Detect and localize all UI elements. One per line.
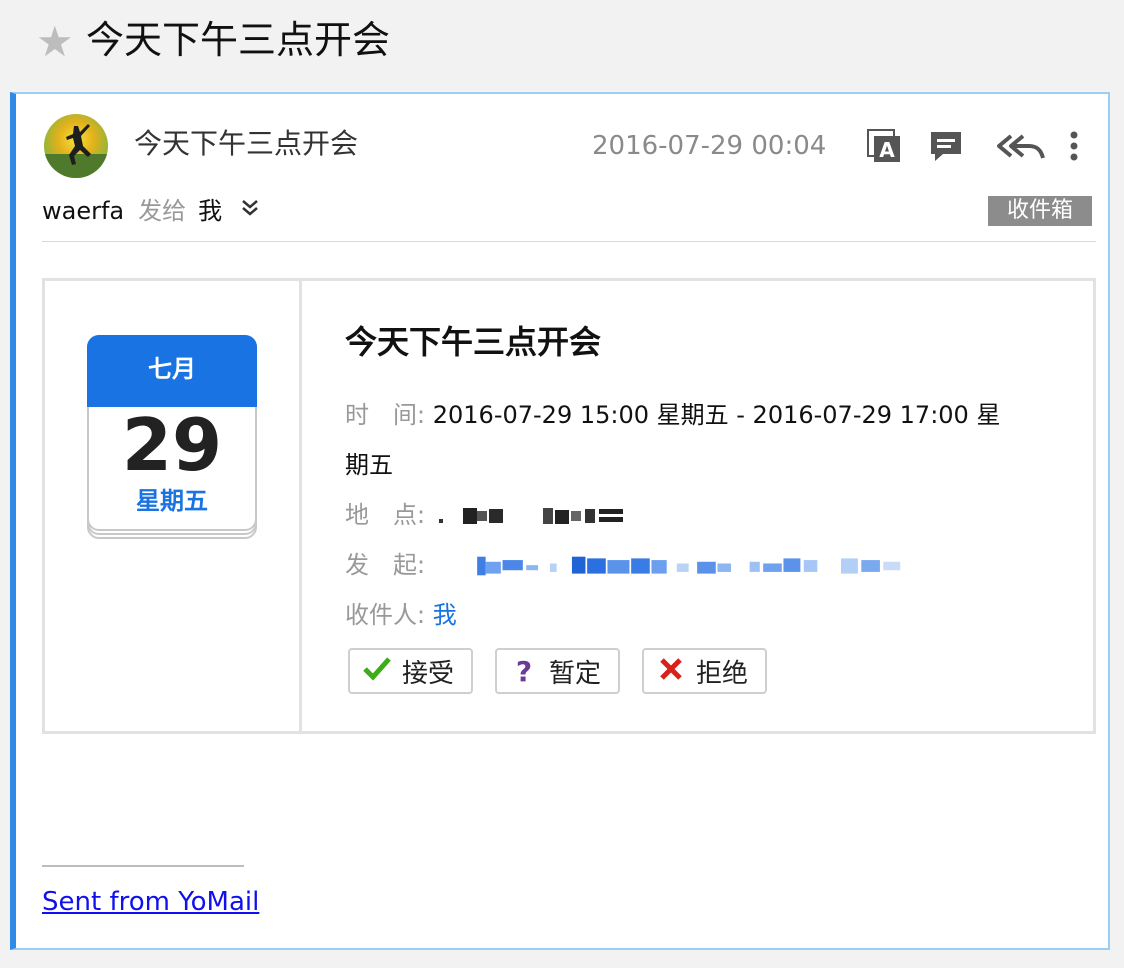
subject-bar: ★ 今天下午三点开会 (0, 0, 1124, 88)
time-value-cont: 期五 (345, 451, 393, 479)
translate-icon[interactable]: A (864, 126, 904, 166)
accept-button[interactable]: 接受 (348, 648, 473, 694)
invite-title: 今天下午三点开会 (345, 323, 602, 361)
invite-attendees: 收件人: 我 (345, 599, 457, 631)
svg-text:A: A (879, 138, 895, 162)
time-value: 2016-07-29 15:00 星期五 - 2016-07-29 17:00 … (432, 401, 1001, 429)
tentative-button[interactable]: ? 暂定 (495, 648, 620, 694)
tentative-label: 暂定 (549, 658, 602, 689)
invite-time: 时 间: 2016-07-29 15:00 星期五 - 2016-07-29 1… (345, 399, 1045, 431)
invite-location: 地 点: (345, 499, 673, 531)
sent-to-label: 发给 (138, 197, 187, 225)
expand-recipients-icon[interactable] (240, 194, 260, 228)
calendar-month: 七月 (87, 335, 257, 407)
message-card: 今天下午三点开会 2016-07-29 00:04 A waerfa 发给 我 … (10, 92, 1110, 950)
organizer-label: 发 起: (345, 551, 426, 579)
decline-button[interactable]: 拒绝 (642, 648, 767, 694)
calendar-date-card: 七月 29 星期五 (87, 335, 257, 539)
more-vertical-icon[interactable] (1064, 126, 1084, 166)
accept-label: 接受 (402, 658, 455, 689)
comment-icon[interactable] (926, 126, 966, 166)
star-icon[interactable]: ★ (36, 20, 74, 64)
question-icon: ? (515, 654, 533, 688)
time-label: 时 间: (345, 401, 426, 429)
decline-label: 拒绝 (696, 658, 749, 689)
calendar-day: 29 (121, 403, 223, 487)
organizer-redacted[interactable] (433, 555, 963, 577)
message-subject: 今天下午三点开会 (134, 127, 359, 160)
location-label: 地 点: (345, 501, 426, 529)
signature-link[interactable]: Sent from YoMail (42, 884, 259, 920)
calendar-invite: 七月 29 星期五 今天下午三点开会 时 间: 2016-07-29 15:00… (42, 278, 1096, 734)
location-redacted (438, 508, 623, 524)
avatar[interactable] (44, 114, 108, 178)
message-datetime: 2016-07-29 00:04 (592, 131, 827, 161)
divider (42, 241, 1096, 242)
invite-organizer: 发 起: (345, 549, 963, 581)
invite-time-cont: 期五 (345, 449, 393, 481)
x-icon (656, 655, 686, 688)
recipient-name[interactable]: 我 (198, 194, 222, 228)
attendees-label: 收件人: (345, 601, 426, 629)
signature-divider (42, 865, 244, 867)
reply-all-icon[interactable] (996, 126, 1046, 166)
calendar-weekday: 星期五 (136, 487, 208, 515)
folder-badge[interactable]: 收件箱 (988, 196, 1092, 226)
page-title: 今天下午三点开会 (86, 18, 391, 62)
attendee-me[interactable]: 我 (433, 601, 457, 629)
from-line: waerfa 发给 我 (42, 194, 260, 228)
sender-name[interactable]: waerfa (42, 194, 124, 228)
invite-divider (299, 281, 302, 731)
check-icon (362, 655, 392, 688)
